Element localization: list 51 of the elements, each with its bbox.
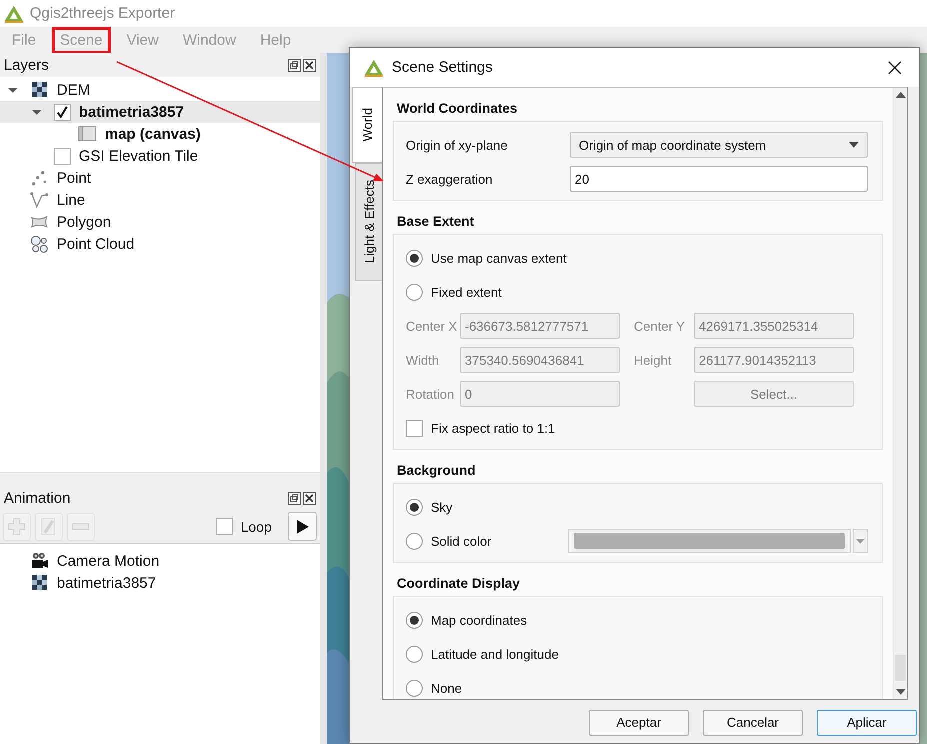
layer-name: batimetria3857 xyxy=(79,104,184,120)
field-label: Width xyxy=(406,352,440,368)
field-label: Center Y xyxy=(634,318,686,334)
layer-name: Point Cloud xyxy=(57,236,135,252)
radio-option[interactable]: Map coordinates xyxy=(406,612,528,628)
field-label: Rotation xyxy=(406,386,456,402)
window-title: Qgis2threejs Exporter xyxy=(30,5,176,22)
checkbox-option[interactable]: Fix aspect ratio to 1:1 xyxy=(406,420,556,436)
panel-title: Layers xyxy=(4,56,50,74)
layer-tree-row[interactable]: GSI Elevation Tile xyxy=(0,145,320,167)
field-label: Origin of xy-plane xyxy=(406,138,509,152)
radio-option[interactable]: Use map canvas extent xyxy=(406,250,567,266)
radio-option[interactable]: Fixed extent xyxy=(406,284,502,300)
animation-item[interactable]: batimetria3857 xyxy=(0,572,320,594)
layer-name: map (canvas) xyxy=(105,126,201,142)
dropdown[interactable]: Origin of map coordinate system xyxy=(570,132,868,158)
animation-item-label: batimetria3857 xyxy=(57,574,156,592)
dialog-button[interactable]: Aceptar xyxy=(589,710,689,736)
input-field[interactable]: 20 xyxy=(570,166,868,192)
layer-tree-row[interactable]: batimetria3857 xyxy=(0,101,320,123)
section-title: World Coordinates xyxy=(396,100,519,118)
vertical-tab[interactable]: Light & Effects xyxy=(355,163,382,281)
layer-tree-row[interactable]: Polygon xyxy=(0,211,320,233)
panel-title: Animation xyxy=(4,490,71,506)
animation-item[interactable]: Camera Motion xyxy=(0,550,320,572)
layer-tree-row[interactable]: DEM xyxy=(0,79,320,101)
radio-option[interactable]: Solid color xyxy=(406,532,492,550)
loop-checkbox-option[interactable]: Loop xyxy=(216,518,272,535)
layer-name: DEM xyxy=(57,82,90,98)
field-label: Center X xyxy=(406,318,458,334)
animation-item-label: Camera Motion xyxy=(57,552,160,570)
layer-name: GSI Elevation Tile xyxy=(79,148,198,164)
section-title: Coordinate Display xyxy=(396,575,522,593)
layer-name: Point xyxy=(57,170,92,186)
radio-option[interactable]: Sky xyxy=(406,498,453,516)
field-label: Height xyxy=(634,352,673,368)
radio-option[interactable]: Latitude and longitude xyxy=(406,646,559,662)
section-title: Base Extent xyxy=(396,213,476,231)
field-label: Z exaggeration xyxy=(406,172,494,186)
dialog-title: Scene Settings xyxy=(392,59,494,76)
layer-tree-row[interactable]: map (canvas) xyxy=(0,123,320,145)
dialog-button[interactable]: Cancelar xyxy=(703,710,803,736)
section-title: Background xyxy=(396,462,477,480)
layer-tree-row[interactable]: Point xyxy=(0,167,320,189)
radio-option[interactable]: None xyxy=(406,680,462,696)
dialog-button[interactable]: Aplicar xyxy=(817,710,917,736)
layer-tree-row[interactable]: Point Cloud xyxy=(0,233,320,255)
layer-tree-row[interactable]: Line xyxy=(0,189,320,211)
layer-name: Line xyxy=(57,192,86,208)
layer-name: Polygon xyxy=(57,214,112,230)
vertical-tab[interactable]: World xyxy=(352,87,382,163)
